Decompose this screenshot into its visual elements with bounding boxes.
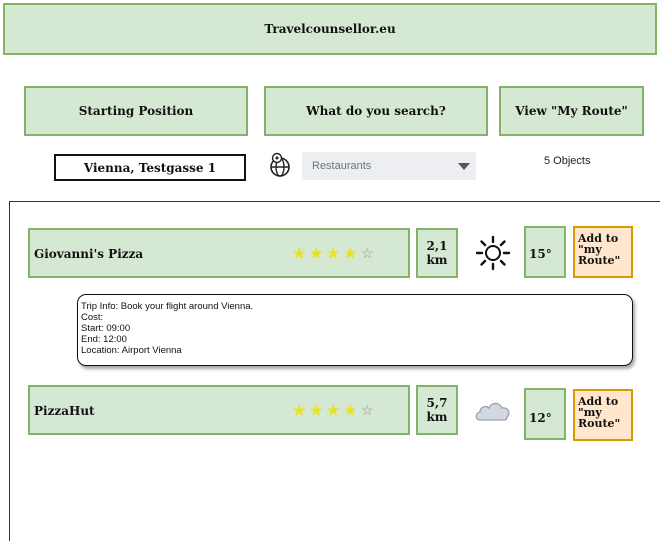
- star-icon: ★: [327, 403, 340, 419]
- add-to-route-button[interactable]: Add to "my Route": [573, 226, 633, 278]
- add-to-route-button[interactable]: Add to "my Route": [573, 389, 633, 441]
- star-icon: ★: [344, 246, 357, 262]
- star-icon: ★: [310, 403, 323, 419]
- result-name-box[interactable]: Giovanni's Pizza ★ ★ ★ ★ ☆: [28, 228, 410, 278]
- cloud-icon: [475, 402, 510, 421]
- trip-info-line: Trip Info: Book your flight around Vienn…: [81, 301, 254, 312]
- header-bar: Travelcounsellor.eu: [3, 3, 657, 55]
- category-select[interactable]: Restaurants: [302, 152, 476, 180]
- distance-box: 2,1 km: [416, 228, 458, 278]
- objects-count: 5 Objects: [544, 155, 591, 167]
- search-label: What do you search?: [306, 104, 446, 118]
- star-icon: ★: [327, 246, 340, 262]
- star-icon: ★: [293, 403, 306, 419]
- chevron-down-icon: [458, 163, 470, 170]
- starting-position-label: Starting Position: [78, 104, 194, 118]
- temperature-box: 12°: [524, 388, 566, 440]
- page-title: Travelcounsellor.eu: [264, 22, 396, 36]
- result-name: PizzaHut: [34, 404, 95, 418]
- star-icon: ☆: [361, 403, 374, 419]
- star-icon: ★: [344, 403, 357, 419]
- temperature-value: 15°: [529, 247, 552, 261]
- result-name: Giovanni's Pizza: [34, 247, 144, 261]
- star-icon: ☆: [361, 246, 374, 262]
- trip-info-popup: Trip Info: Book your flight around Vienn…: [77, 294, 633, 366]
- view-route-label: View "My Route": [515, 104, 628, 118]
- location-value: Vienna, Testgasse 1: [83, 160, 217, 175]
- trip-info-start: Start: 09:00: [81, 323, 131, 334]
- star-icon: ★: [293, 246, 306, 262]
- temperature-box: 15°: [524, 226, 566, 278]
- trip-info-location: Location: Airport Vienna: [81, 345, 182, 356]
- globe-pin-icon[interactable]: [266, 151, 294, 179]
- temperature-value: 12°: [529, 411, 552, 425]
- trip-info-cost: Cost:: [81, 312, 104, 323]
- star-icon: ★: [310, 246, 323, 262]
- result-name-box[interactable]: PizzaHut ★ ★ ★ ★ ☆: [28, 385, 410, 435]
- add-to-route-label: Add to "my Route": [578, 232, 621, 267]
- distance-value: 2,1 km: [426, 239, 448, 267]
- distance-box: 5,7 km: [416, 385, 458, 435]
- sun-icon: [475, 235, 511, 271]
- distance-value: 5,7 km: [426, 396, 448, 424]
- location-input[interactable]: Vienna, Testgasse 1: [54, 154, 246, 181]
- search-button[interactable]: What do you search?: [264, 86, 488, 136]
- view-route-button[interactable]: View "My Route": [499, 86, 644, 136]
- category-selected: Restaurants: [312, 160, 372, 172]
- add-to-route-label: Add to "my Route": [578, 395, 621, 430]
- trip-info-end: End: 12:00: [81, 334, 127, 345]
- starting-position-button[interactable]: Starting Position: [24, 86, 248, 136]
